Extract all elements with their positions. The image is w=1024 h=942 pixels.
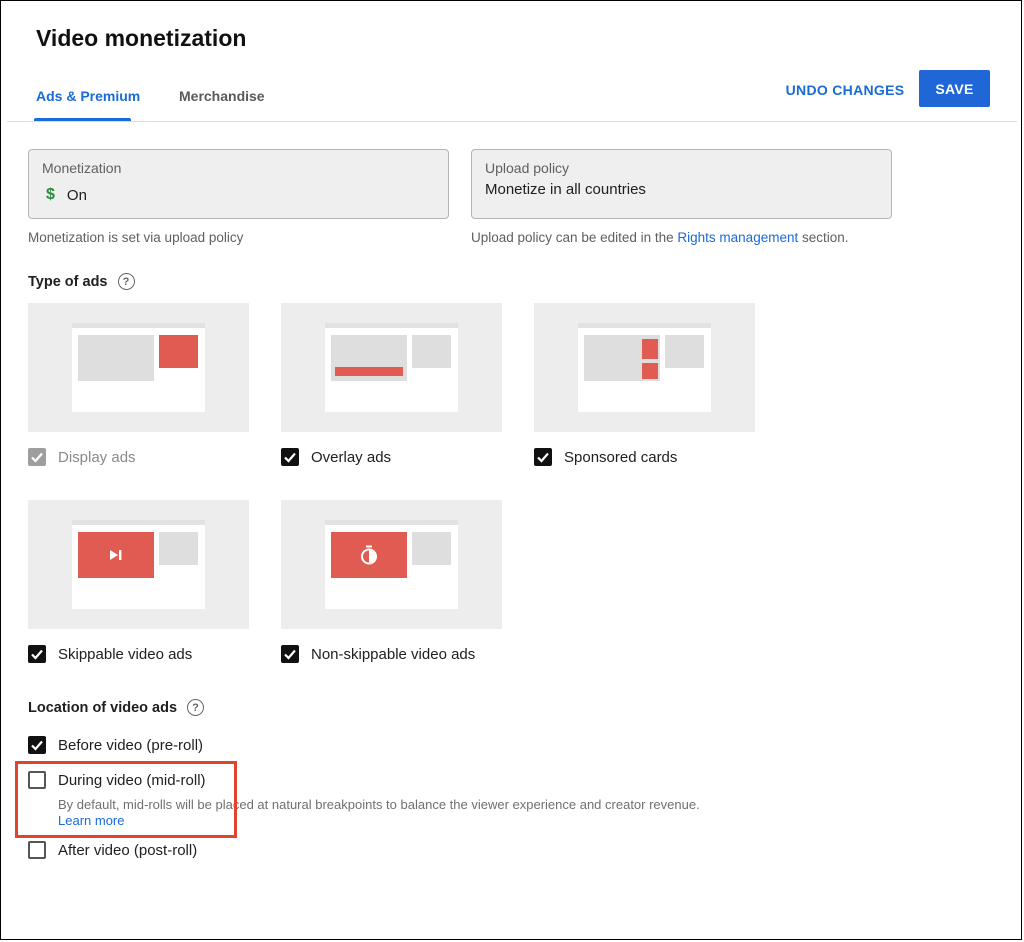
undo-changes-button[interactable]: UNDO CHANGES — [779, 73, 911, 107]
sponsored-card-red-bottom — [642, 363, 658, 379]
display-ads-mock — [72, 323, 205, 412]
mid-roll-option[interactable]: During video (mid-roll) — [28, 771, 206, 789]
non-skippable-video-ads-checkbox[interactable] — [281, 645, 299, 663]
dollar-icon: $ — [46, 186, 55, 203]
upload-policy-helper-suffix: section. — [802, 230, 849, 245]
non-skippable-video-ads-mock — [325, 520, 458, 609]
upload-policy-helper: Upload policy can be edited in the Right… — [471, 230, 849, 245]
overlay-ads-mock — [325, 323, 458, 412]
non-skippable-video-ads-label: Non-skippable video ads — [311, 645, 476, 663]
overlay-ads-checkbox[interactable] — [281, 448, 299, 466]
skippable-video-ads-checkbox[interactable] — [28, 645, 46, 663]
mid-roll-description-text: By default, mid-rolls will be placed at … — [58, 797, 700, 812]
tab-merchandise[interactable]: Merchandise — [179, 88, 265, 104]
sponsored-card-red-top — [642, 339, 658, 359]
upload-policy-label: Upload policy — [485, 160, 570, 176]
pre-roll-label: Before video (pre-roll) — [58, 736, 204, 754]
tab-ads-premium[interactable]: Ads & Premium — [36, 88, 140, 104]
upload-policy-value: Monetize in all countries — [485, 181, 646, 198]
overlay-ad-red-bar — [335, 367, 403, 376]
sponsored-cards-label: Sponsored cards — [564, 448, 678, 466]
rights-management-link[interactable]: Rights management — [677, 230, 798, 245]
skip-icon — [110, 550, 122, 560]
skippable-video-ads-illustration — [28, 500, 249, 629]
help-icon[interactable]: ? — [117, 273, 135, 290]
monetization-label: Monetization — [42, 160, 122, 176]
monetization-value-row: $ On — [42, 186, 87, 204]
skippable-ad-red-block — [78, 532, 154, 578]
location-of-video-ads-title: Location of video ads ? — [28, 699, 205, 716]
display-ads-option: Display ads — [28, 448, 136, 466]
help-icon[interactable]: ? — [187, 699, 205, 716]
learn-more-link[interactable]: Learn more — [58, 813, 124, 828]
mid-roll-description: By default, mid-rolls will be placed at … — [58, 797, 728, 829]
pre-roll-checkbox[interactable] — [28, 736, 46, 754]
skippable-video-ads-label: Skippable video ads — [58, 645, 193, 663]
save-button[interactable]: SAVE — [919, 70, 990, 107]
mid-roll-label: During video (mid-roll) — [58, 771, 206, 789]
sponsored-cards-illustration — [534, 303, 755, 432]
non-skippable-ad-red-block — [331, 532, 407, 578]
upload-policy-field: Upload policy Monetize in all countries — [471, 149, 892, 219]
header-divider — [7, 121, 1017, 122]
pre-roll-option[interactable]: Before video (pre-roll) — [28, 736, 203, 754]
post-roll-checkbox[interactable] — [28, 841, 46, 859]
monetization-field[interactable]: Monetization $ On — [28, 149, 449, 219]
overlay-ads-label: Overlay ads — [311, 448, 392, 466]
overlay-ads-illustration — [281, 303, 502, 432]
page-title: Video monetization — [36, 25, 247, 51]
monetization-value: On — [66, 186, 87, 204]
post-roll-label: After video (post-roll) — [58, 841, 198, 859]
post-roll-option[interactable]: After video (post-roll) — [28, 841, 197, 859]
mid-roll-checkbox[interactable] — [28, 771, 46, 789]
display-ads-label: Display ads — [58, 448, 136, 466]
upload-policy-helper-prefix: Upload policy can be edited in the — [471, 230, 674, 245]
location-of-video-ads-label: Location of video ads — [28, 699, 178, 716]
sponsored-cards-mock — [578, 323, 711, 412]
display-ads-checkbox — [28, 448, 46, 466]
type-of-ads-label: Type of ads — [28, 273, 108, 290]
display-ad-red-block — [159, 335, 198, 368]
timer-icon — [361, 545, 377, 565]
overlay-ads-option[interactable]: Overlay ads — [281, 448, 391, 466]
sponsored-cards-checkbox[interactable] — [534, 448, 552, 466]
skippable-video-ads-mock — [72, 520, 205, 609]
skippable-video-ads-option[interactable]: Skippable video ads — [28, 645, 192, 663]
monetization-helper: Monetization is set via upload policy — [28, 230, 244, 245]
video-monetization-dialog: Video monetization Ads & Premium Merchan… — [0, 0, 1022, 940]
type-of-ads-title: Type of ads ? — [28, 273, 135, 290]
display-ads-illustration — [28, 303, 249, 432]
sponsored-cards-option[interactable]: Sponsored cards — [534, 448, 677, 466]
non-skippable-video-ads-option[interactable]: Non-skippable video ads — [281, 645, 475, 663]
non-skippable-video-ads-illustration — [281, 500, 502, 629]
